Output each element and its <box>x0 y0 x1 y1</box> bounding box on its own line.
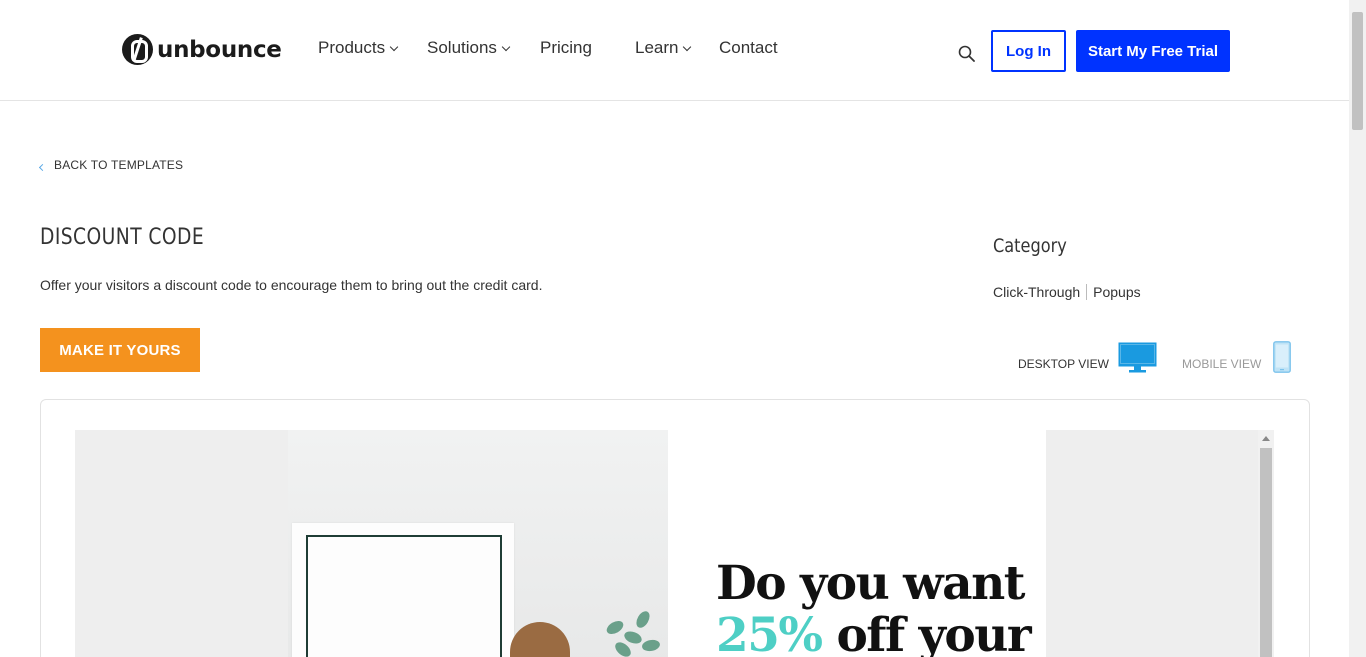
preview-headline-line1: Do you want <box>716 556 1025 611</box>
nav-products-label: Products <box>318 38 386 57</box>
category-click-through[interactable]: Click-Through <box>993 284 1080 300</box>
picture-frame-image <box>292 523 514 657</box>
nav-solutions[interactable]: Solutions <box>427 38 511 58</box>
site-header: unbounce Products Solutions Pricing Lear… <box>0 0 1349 101</box>
unbounce-logo-icon <box>122 34 153 65</box>
back-link-label: BACK TO TEMPLATES <box>54 158 184 172</box>
chevron-down-icon <box>389 42 399 51</box>
preview-hero-image <box>288 430 668 657</box>
search-icon[interactable] <box>958 45 975 62</box>
preview-headline-rest: off your <box>821 608 1031 657</box>
page-scrollbar[interactable] <box>1349 0 1366 657</box>
template-title: DISCOUNT CODE <box>40 225 205 250</box>
mobile-view-label[interactable]: MOBILE VIEW <box>1182 357 1261 371</box>
preview-headline-accent: 25% <box>716 608 823 657</box>
free-trial-button[interactable]: Start My Free Trial <box>1076 30 1230 72</box>
nav-solutions-label: Solutions <box>427 38 497 57</box>
page-scrollbar-thumb[interactable] <box>1352 12 1363 130</box>
preview-headline: Do you want 25% off your <box>716 556 1032 657</box>
scroll-up-arrow-icon[interactable] <box>1262 436 1270 441</box>
preview-text-panel: Do you want 25% off your <box>668 430 1046 657</box>
template-preview-frame[interactable]: Do you want 25% off your <box>75 430 1274 657</box>
nav-learn[interactable]: Learn <box>635 38 692 58</box>
category-title: Category <box>993 235 1067 257</box>
category-list: Click-Through Popups <box>993 284 1141 300</box>
nav-pricing-label: Pricing <box>540 38 592 57</box>
chevron-down-icon <box>501 42 511 51</box>
nav-products[interactable]: Products <box>318 38 399 58</box>
logo-text: unbounce <box>157 36 282 63</box>
category-popups[interactable]: Popups <box>1093 284 1140 300</box>
login-button[interactable]: Log In <box>991 30 1066 72</box>
nav-contact[interactable]: Contact <box>719 38 778 58</box>
nav-pricing[interactable]: Pricing <box>540 38 592 58</box>
preview-headline-line2: 25% off your <box>716 608 1032 657</box>
preview-scrollbar[interactable] <box>1258 430 1274 657</box>
chevron-left-icon <box>38 163 47 171</box>
desktop-monitor-icon[interactable] <box>1118 342 1157 373</box>
template-description: Offer your visitors a discount code to e… <box>40 277 543 293</box>
preview-scrollbar-thumb[interactable] <box>1260 448 1272 657</box>
make-it-yours-button[interactable]: MAKE IT YOURS <box>40 328 200 372</box>
nav-learn-label: Learn <box>635 38 679 57</box>
unbounce-logo[interactable]: unbounce <box>122 34 282 65</box>
mobile-phone-icon[interactable] <box>1273 341 1291 373</box>
nav-contact-label: Contact <box>719 38 778 57</box>
back-to-templates-link[interactable]: BACK TO TEMPLATES <box>38 158 184 172</box>
chevron-down-icon <box>683 42 692 51</box>
vase-image <box>510 622 570 657</box>
desktop-view-label[interactable]: DESKTOP VIEW <box>1018 357 1109 371</box>
category-divider <box>1086 284 1088 300</box>
